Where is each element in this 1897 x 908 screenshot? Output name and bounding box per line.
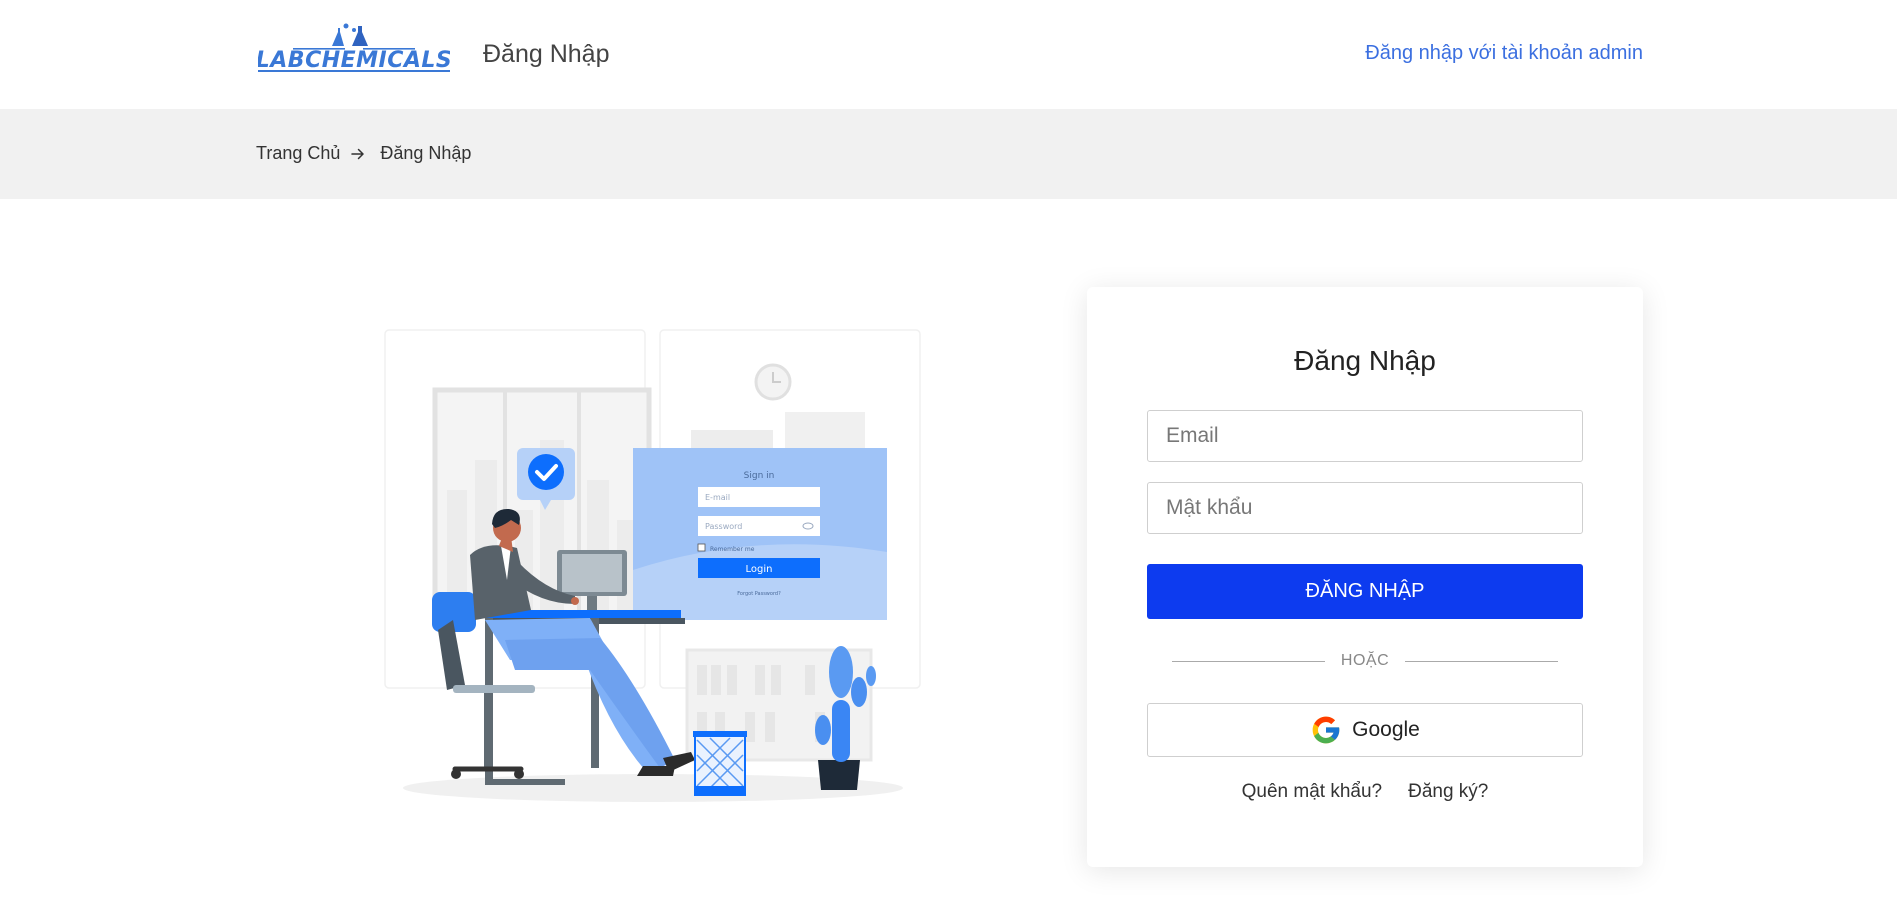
divider-line-right <box>1405 660 1559 662</box>
labchemicals-logo[interactable]: LABCHEMICALS <box>258 22 450 84</box>
site-header: LABCHEMICALS Đăng Nhập Đăng nhập với tài… <box>0 0 1897 109</box>
admin-login-link[interactable]: Đăng nhập với tài khoản admin <box>1365 42 1643 65</box>
auth-links: Quên mật khẩu? Đăng ký? <box>1087 781 1643 803</box>
password-input[interactable] <box>1147 482 1583 534</box>
google-login-button[interactable]: Google <box>1147 703 1583 757</box>
breadcrumb-current: Đăng Nhập <box>380 143 472 163</box>
breadcrumb: Trang Chủ Đăng Nhập <box>256 143 471 164</box>
breadcrumb-home-link[interactable]: Trang Chủ <box>256 143 340 164</box>
divider-label: HOẶC <box>1340 652 1390 669</box>
or-divider: HOẶC <box>1172 651 1559 671</box>
email-input[interactable] <box>1147 410 1583 462</box>
page-title: Đăng Nhập <box>483 40 610 68</box>
logo-text: LABCHEMICALS <box>258 48 450 73</box>
register-link[interactable]: Đăng ký? <box>1408 781 1488 803</box>
illustration-email-text: E-mail <box>705 493 730 502</box>
login-card: Đăng Nhập ĐĂNG NHẬP HOẶC Google Quên mật… <box>1087 287 1643 867</box>
illustration-remember-text: Remember me <box>710 546 755 553</box>
illustration-forgot-text: Forgot Password? <box>737 591 781 597</box>
divider-line-left <box>1172 660 1325 662</box>
google-icon <box>1312 716 1340 744</box>
login-submit-button[interactable]: ĐĂNG NHẬP <box>1147 564 1583 619</box>
login-illustration: Sign in E-mail Password Remember me Logi… <box>384 329 921 802</box>
illustration-sign-in-title: Sign in <box>744 471 775 481</box>
illustration-password-text: Password <box>705 522 742 531</box>
illustration-login-text: Login <box>746 564 773 575</box>
forgot-password-link[interactable]: Quên mật khẩu? <box>1242 781 1382 803</box>
arrow-right-icon <box>351 148 365 159</box>
login-card-title: Đăng Nhập <box>1294 345 1436 376</box>
google-button-label: Google <box>1352 718 1420 741</box>
breadcrumb-bar: Trang Chủ Đăng Nhập <box>0 109 1897 199</box>
